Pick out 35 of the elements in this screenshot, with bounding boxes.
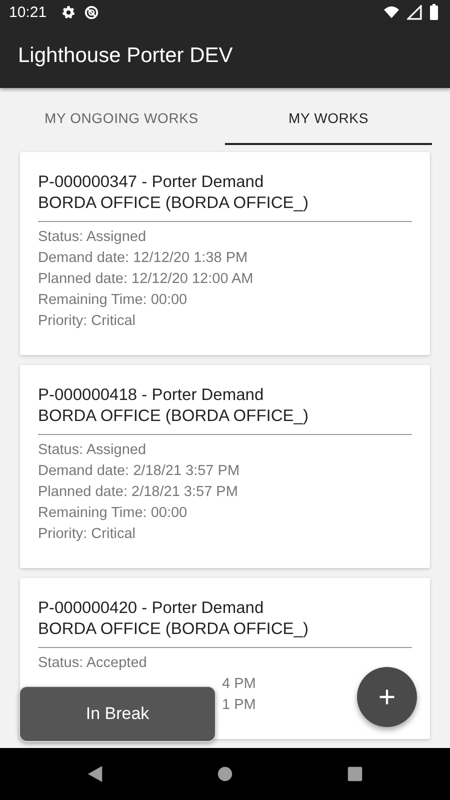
work-detail: Priority: Critical <box>38 312 136 331</box>
battery-icon <box>430 4 438 20</box>
work-title: P-000000420 - Porter Demand <box>38 598 265 619</box>
work-detail: Remaining Time: 00:00 <box>38 291 188 310</box>
gear-icon <box>60 4 76 20</box>
plus-icon <box>378 688 396 706</box>
work-detail: Status: Assigned <box>38 228 148 247</box>
signal-icon <box>407 4 422 20</box>
work-detail: Demand date: 2/18/21 3:57 PM <box>38 462 241 481</box>
work-detail: Status: Assigned <box>38 441 148 460</box>
work-detail: Planned date: 12/12/20 12:00 AM <box>38 270 254 289</box>
recents-icon[interactable] <box>347 766 363 782</box>
in-break-toast[interactable]: In Break <box>19 686 216 742</box>
work-detail: Remaining Time: 00:00 <box>38 504 188 523</box>
back-icon[interactable] <box>87 766 103 782</box>
work-detail: Status: Accepted <box>38 654 148 673</box>
clock-time: 10:21 <box>9 4 47 20</box>
work-title: P-000000347 - Porter Demand <box>38 172 265 193</box>
work-location: BORDA OFFICE (BORDA OFFICE_) <box>38 619 310 640</box>
work-detail: Planned date: 2/18/21 3:57 PM <box>38 483 239 502</box>
work-location: BORDA OFFICE (BORDA OFFICE_) <box>38 406 310 427</box>
work-detail: Demand date: 12/12/20 1:38 PM <box>38 249 249 268</box>
work-title: P-000000418 - Porter Demand <box>38 385 265 406</box>
tab[interactable]: MY ONGOING WORKS <box>18 93 225 145</box>
blocked-circle-icon <box>84 4 99 20</box>
wifi-icon <box>384 4 399 20</box>
home-icon[interactable] <box>217 766 233 782</box>
work-card[interactable]: P-000000347 - Porter Demand BORDA OFFICE (BORDA OFFICE_) Status: Assigned Demand date: 12/12/20 1:38 PM Planned date: 12/12/20 12:00 AM Remaining Time: 00:00 Priority: Critical <box>20 152 430 355</box>
work-detail: 1 PM <box>222 696 256 715</box>
tab[interactable]: MY WORKS <box>225 93 432 145</box>
work-location: BORDA OFFICE (BORDA OFFICE_) <box>38 193 310 214</box>
work-detail: Priority: Critical <box>38 525 136 544</box>
work-card[interactable]: P-000000418 - Porter Demand BORDA OFFICE (BORDA OFFICE_) Status: Assigned Demand date: 2/18/21 3:57 PM Planned date: 2/18/21 3:57 PM Remaining Time: 00:00 Priority: Critical <box>20 365 430 568</box>
app-title: Lighthouse Porter DEV <box>18 44 233 68</box>
work-detail: 4 PM <box>222 675 256 694</box>
